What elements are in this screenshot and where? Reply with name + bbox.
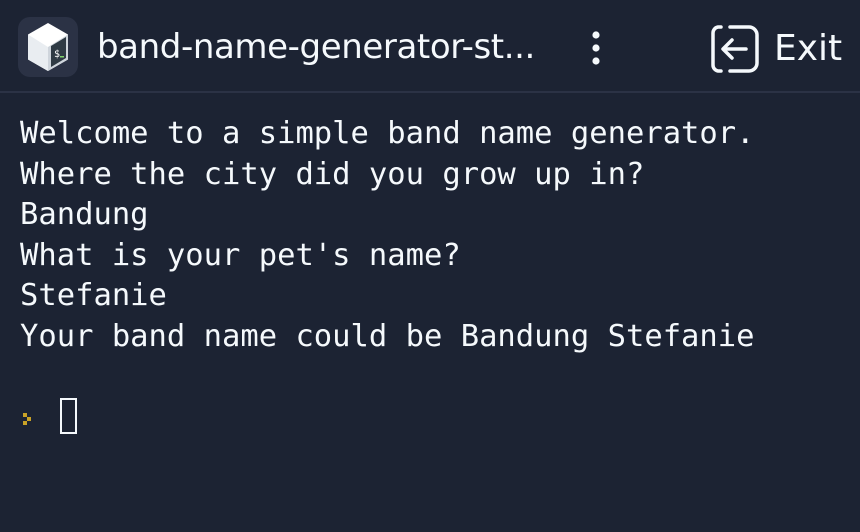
exit-button[interactable]: Exit	[702, 20, 847, 76]
svg-text:$: $	[54, 49, 60, 60]
text-cursor	[60, 398, 77, 434]
console-line: Welcome to a simple band name generator.	[20, 116, 755, 151]
bash-terminal-icon: $	[18, 17, 78, 77]
header-bar: $ band-name-generator-st... Exit	[0, 0, 860, 93]
console-output: Welcome to a simple band name generator.…	[20, 114, 850, 357]
vertical-ellipsis-icon	[592, 31, 600, 65]
exit-arrow-icon	[710, 24, 760, 74]
page-title: band-name-generator-st...	[97, 27, 535, 67]
console-input-prompt[interactable]	[20, 398, 120, 440]
prompt-chevron-icon	[20, 410, 38, 428]
exit-label: Exit	[774, 28, 843, 69]
console-line: Bandung	[20, 197, 149, 232]
repl-console-window: $ band-name-generator-st... Exit Welcome…	[0, 0, 860, 532]
console-line: What is your pet's name?	[20, 237, 461, 273]
console-line: Your band name could be Bandung Stefanie	[20, 318, 755, 354]
more-options-button[interactable]	[578, 24, 614, 72]
console-line: Where the city did you grow up in?	[20, 156, 645, 192]
console-line: Stefanie	[20, 278, 167, 313]
